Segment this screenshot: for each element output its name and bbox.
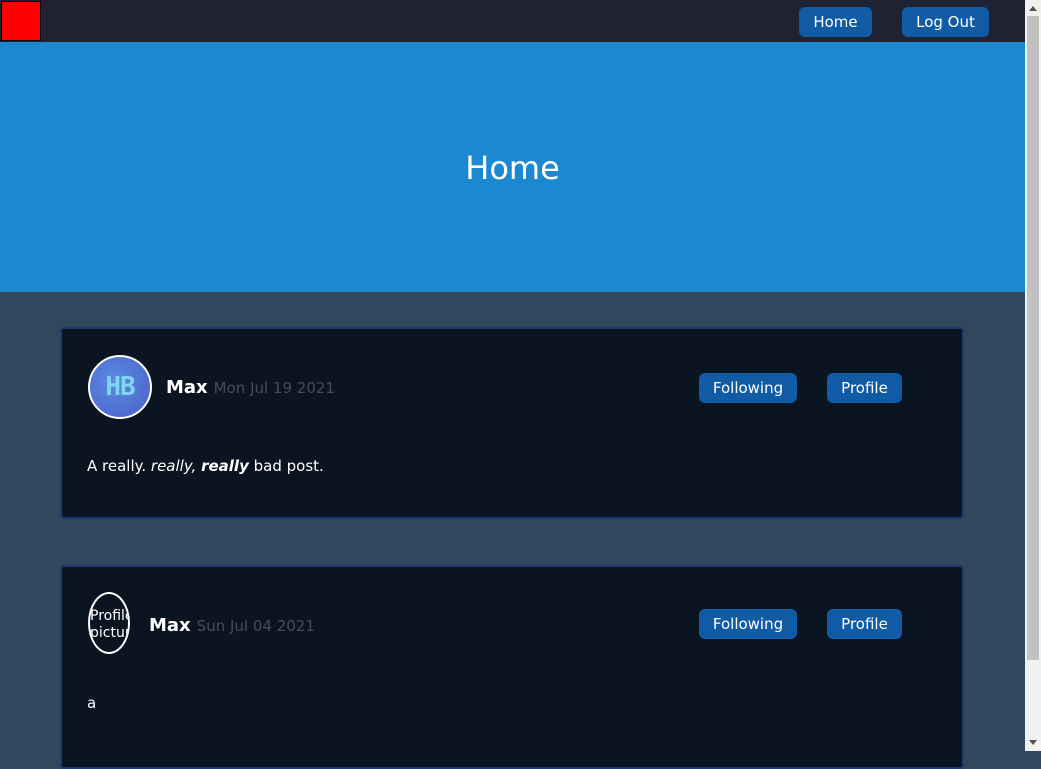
post-username[interactable]: Max	[166, 377, 208, 398]
profile-button[interactable]: Profile	[827, 373, 902, 403]
page-title: Home	[465, 149, 560, 187]
navbar: Home Log Out	[0, 0, 1025, 42]
post-text-italic: really,	[150, 457, 197, 475]
scroll-thumb[interactable]	[1027, 16, 1039, 660]
following-button[interactable]: Following	[699, 373, 797, 403]
post-text-bold-italic: really	[201, 457, 249, 475]
post-body: a	[87, 694, 97, 712]
post-card: Profile picture Max Sun Jul 04 2021 Foll…	[60, 565, 964, 769]
post-body: A really. really, really bad post.	[87, 457, 324, 475]
post-header: Max Sun Jul 04 2021	[149, 615, 315, 636]
post-text-end: bad post.	[248, 457, 324, 475]
logout-button[interactable]: Log Out	[902, 7, 989, 37]
home-button[interactable]: Home	[799, 7, 872, 37]
avatar-alt-text: Profile picture	[90, 608, 130, 641]
post-header: Max Mon Jul 19 2021	[166, 377, 335, 398]
profile-button[interactable]: Profile	[827, 609, 902, 639]
scroll-down-icon[interactable]	[1029, 740, 1037, 745]
post-text: A really.	[87, 457, 151, 475]
post-date: Mon Jul 19 2021	[213, 379, 335, 397]
hero-banner: Home	[0, 42, 1025, 292]
post-date: Sun Jul 04 2021	[196, 617, 315, 635]
avatar[interactable]: Profile picture	[88, 592, 130, 654]
avatar-initials: HB	[105, 372, 135, 402]
scrollbar[interactable]	[1025, 0, 1041, 751]
logo[interactable]	[1, 1, 41, 41]
following-button[interactable]: Following	[699, 609, 797, 639]
avatar[interactable]: HB	[88, 355, 152, 419]
post-card: HB Max Mon Jul 19 2021 Following Profile…	[60, 327, 964, 519]
scroll-up-icon[interactable]	[1029, 6, 1037, 11]
post-username[interactable]: Max	[149, 615, 191, 636]
